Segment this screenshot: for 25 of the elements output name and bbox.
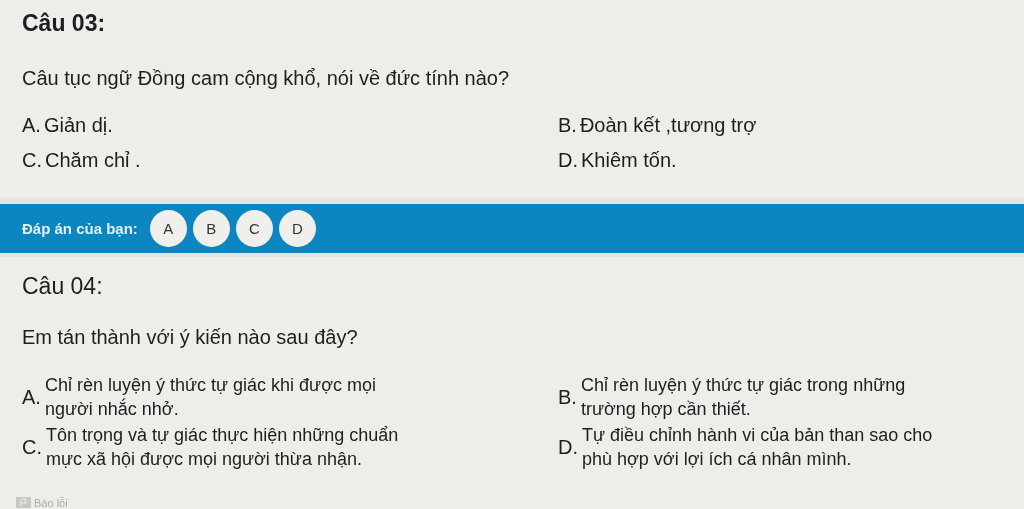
- option-text: Chỉ rèn luyện ý thức tự giác trong những trường hợp cần thiết.: [580, 374, 907, 421]
- option-letter: B.: [558, 114, 577, 137]
- question-title: Câu 03:: [22, 10, 106, 37]
- answer-choice[interactable]: A: [149, 210, 187, 247]
- option-text: Chỉ rèn luyện ý thức tự giác khi được mọi người nhắc nhở.: [44, 374, 377, 421]
- answer-label: Đáp án của bạn:: [22, 220, 138, 237]
- answer-choice[interactable]: D: [278, 210, 316, 247]
- option-text: Chăm chỉ .: [45, 149, 141, 172]
- question-title: Câu 04:: [22, 273, 103, 300]
- option-letter: C.: [22, 435, 42, 459]
- option-letter: C.: [22, 149, 42, 172]
- answer-choice[interactable]: C: [235, 210, 273, 247]
- option-letter: A.: [22, 114, 41, 137]
- option-text: Đoàn kết ,tương trợ: [579, 114, 757, 137]
- option-text: Khiêm tốn.: [581, 149, 677, 172]
- question-text: Câu tục ngữ Đồng cam cộng khổ, nói về đức tính nào?: [22, 67, 510, 90]
- option-letter: B.: [558, 385, 577, 409]
- option-text: Giản dị.: [43, 114, 113, 137]
- question-text: Em tán thành với ý kiến nào sau đây?: [22, 326, 358, 349]
- option-text: Tôn trọng và tự giác thực hiện những chuẩn mực xã hội được mọi người thừa nhận.: [46, 424, 400, 471]
- option-letter: D.: [558, 149, 578, 172]
- option-text: Tự điều chỉnh hành vi của bản than sao cho phù hợp với lợi ích cá nhân mình.: [582, 424, 934, 471]
- option-letter: A.: [22, 385, 41, 409]
- option-letter: D.: [558, 435, 578, 459]
- answer-choice[interactable]: B: [192, 210, 230, 247]
